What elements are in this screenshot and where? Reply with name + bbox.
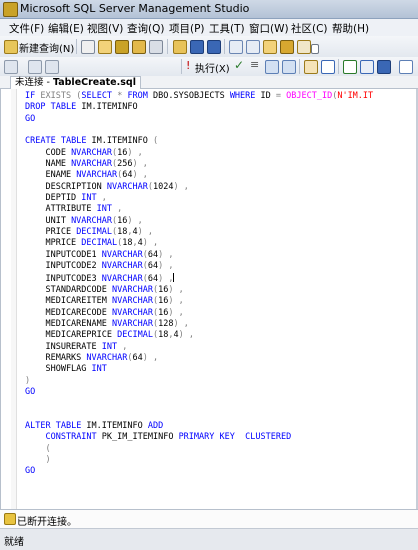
- stop-icon[interactable]: ≡: [250, 58, 259, 71]
- code-area[interactable]: IF EXISTS (SELECT * FROM DBO.SYSOBJECTS …: [25, 91, 415, 478]
- object-explorer-icon[interactable]: [246, 40, 260, 54]
- disconnect-icon[interactable]: [45, 60, 59, 74]
- connect-icon[interactable]: [4, 60, 18, 74]
- mdx-query-icon[interactable]: [115, 40, 129, 54]
- code-line: DESCRIPTION NVARCHAR(1024) ,: [25, 181, 189, 192]
- comment-icon[interactable]: [399, 60, 413, 74]
- execute-icon[interactable]: !: [186, 59, 190, 72]
- code-line: MEDICARENAME NVARCHAR(128) ,: [25, 318, 189, 329]
- dmx-query-icon[interactable]: [132, 40, 146, 54]
- menu-window[interactable]: 窗口(W): [249, 21, 289, 36]
- code-line: GO: [25, 113, 36, 124]
- include-plan-icon[interactable]: [321, 60, 335, 74]
- code-line: MEDICAREPRICE DECIMAL(18,4) ,: [25, 330, 194, 341]
- menu-file[interactable]: 文件(F): [9, 21, 44, 36]
- standard-toolbar: 新建查询(N): [0, 36, 418, 58]
- app-icon: [3, 2, 18, 17]
- sql-editor[interactable]: IF EXISTS (SELECT * FROM DBO.SYSOBJECTS …: [0, 89, 418, 509]
- new-query-icon[interactable]: [4, 40, 18, 54]
- toolbar-overflow-icon[interactable]: [311, 44, 319, 54]
- results-to-grid-icon[interactable]: [360, 60, 374, 74]
- code-line: CONSTRAINT PK_IM_ITEMINFO PRIMARY KEY CL…: [45, 432, 292, 443]
- code-line: ATTRIBUTE INT ,: [25, 204, 123, 215]
- results-to-file-icon[interactable]: [377, 60, 391, 74]
- code-line: UNIT NVARCHAR(16) ,: [25, 215, 143, 226]
- xmla-query-icon[interactable]: [149, 40, 163, 54]
- analysis-query-icon[interactable]: [98, 40, 112, 54]
- database-engine-query-icon[interactable]: [81, 40, 95, 54]
- code-line: REMARKS NVARCHAR(64) ,: [25, 352, 159, 363]
- save-all-icon[interactable]: [207, 40, 221, 54]
- menu-community[interactable]: 社区(C): [291, 21, 328, 36]
- code-line: (: [45, 443, 51, 454]
- code-line: MPRICE DECIMAL(18,4) ,: [25, 238, 159, 249]
- menu-help[interactable]: 帮助(H): [332, 21, 369, 36]
- display-estimated-plan-icon[interactable]: [265, 60, 279, 74]
- code-line: DEPTID INT ,: [25, 193, 107, 204]
- document-tabs: 未连接 - TableCreate.sql: [0, 76, 418, 89]
- title-bar: Microsoft SQL Server Management Studio: [0, 0, 418, 19]
- menu-edit[interactable]: 编辑(E): [48, 21, 84, 36]
- tab-file-name: TableCreate.sql: [52, 77, 136, 88]
- code-line: INSURERATE INT ,: [25, 341, 128, 352]
- connection-status-text: 已断开连接。: [17, 517, 77, 528]
- execute-button[interactable]: 执行(X): [195, 60, 230, 75]
- toolbox-icon[interactable]: [297, 40, 311, 54]
- code-line: ENAME NVARCHAR(64) ,: [25, 170, 148, 181]
- editor-gutter: [11, 89, 17, 509]
- menu-tools[interactable]: 工具(T): [209, 21, 245, 36]
- template-explorer-icon[interactable]: [263, 40, 277, 54]
- code-line: INPUTCODE2 NVARCHAR(64) ,: [25, 261, 174, 272]
- code-line: SHOWFLAG INT: [25, 364, 107, 375]
- menu-query[interactable]: 查询(Q): [127, 21, 164, 36]
- code-line: ): [25, 375, 31, 386]
- query-options-icon[interactable]: [282, 60, 296, 74]
- code-line: INPUTCODE1 NVARCHAR(64) ,: [25, 249, 174, 260]
- menu-bar: 文件(F) 编辑(E) 视图(V) 查询(Q) 项目(P) 工具(T) 窗口(W…: [0, 19, 418, 37]
- tab-tablecreate-sql[interactable]: 未连接 - TableCreate.sql: [10, 76, 141, 89]
- code-line: ): [45, 455, 51, 465]
- code-line: NAME NVARCHAR(256) ,: [25, 159, 148, 170]
- disconnected-icon: [4, 513, 16, 525]
- sql-editor-toolbar: ! 执行(X) ✓ ≡: [0, 57, 418, 131]
- save-icon[interactable]: [190, 40, 204, 54]
- menu-view[interactable]: 视图(V): [87, 21, 123, 36]
- code-line: MEDICAREITEM NVARCHAR(16) ,: [25, 296, 184, 307]
- code-line: MEDICARECODE NVARCHAR(16) ,: [25, 307, 184, 318]
- app-status-bar: 就绪: [0, 528, 418, 550]
- change-connection-icon[interactable]: [28, 60, 42, 74]
- code-line: PRICE DECIMAL(18,4) ,: [25, 227, 154, 238]
- new-query-button[interactable]: 新建查询(N): [19, 40, 74, 55]
- code-line: CODE NVARCHAR(16) ,: [25, 147, 143, 158]
- registered-servers-icon[interactable]: [229, 40, 243, 54]
- code-line: STANDARDCODE NVARCHAR(16) ,: [25, 284, 184, 295]
- tab-connection-prefix: 未连接 -: [15, 77, 53, 88]
- results-to-text-icon[interactable]: [343, 60, 357, 74]
- code-line: DROP TABLE IM.ITEMINFO: [25, 102, 138, 113]
- text-cursor: [173, 272, 175, 282]
- code-line: CREATE TABLE IM.ITEMINFO (: [25, 136, 159, 147]
- open-file-icon[interactable]: [173, 40, 187, 54]
- ready-status-text: 就绪: [4, 537, 24, 548]
- query-status-bar: 已断开连接。: [0, 509, 418, 528]
- code-line: GO: [25, 466, 36, 477]
- window-title: Microsoft SQL Server Management Studio: [20, 2, 250, 15]
- parse-check-icon[interactable]: ✓: [234, 58, 244, 72]
- code-line: INPUTCODE3 NVARCHAR(64) ,: [25, 272, 175, 284]
- code-line: ALTER TABLE IM.ITEMINFO ADD: [25, 420, 164, 431]
- design-query-icon[interactable]: [304, 60, 318, 74]
- menu-project[interactable]: 项目(P): [169, 21, 205, 36]
- code-line: IF EXISTS (SELECT * FROM DBO.SYSOBJECTS …: [25, 91, 374, 101]
- code-line: GO: [25, 386, 36, 397]
- properties-icon[interactable]: [280, 40, 294, 54]
